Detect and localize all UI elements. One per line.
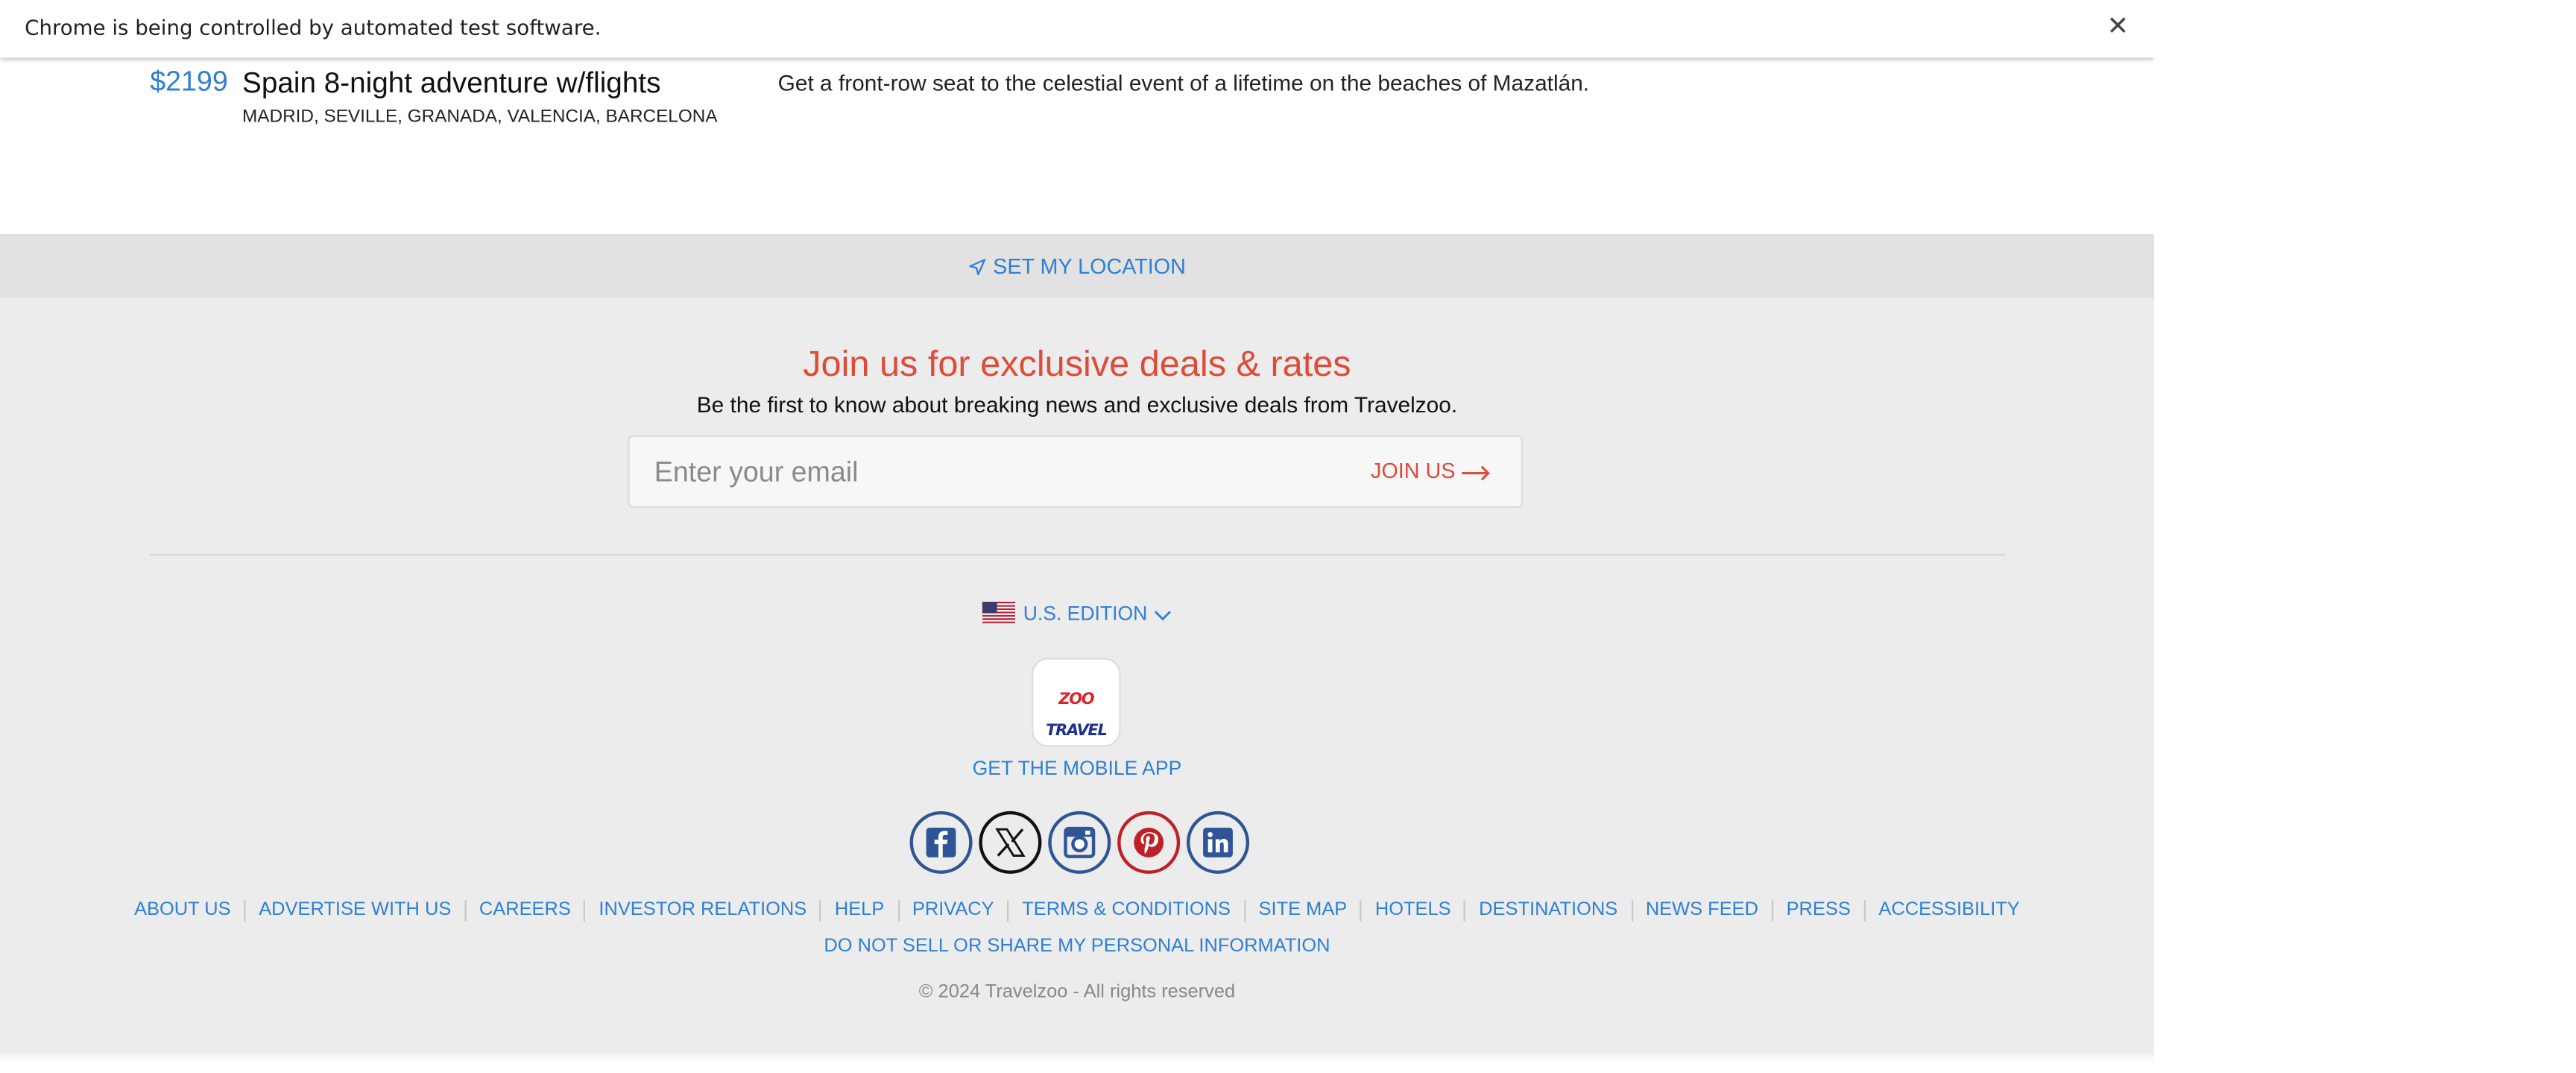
us-flag-icon bbox=[982, 602, 1015, 623]
newsletter-form: JOIN US bbox=[628, 435, 1524, 509]
edition-label: U.S. EDITION bbox=[1023, 602, 1148, 626]
facebook-icon[interactable] bbox=[909, 811, 973, 874]
email-input[interactable] bbox=[651, 450, 1350, 497]
footer-link-hotels[interactable]: HOTELS bbox=[1360, 900, 1464, 922]
deal-blurb: Get a front-row seat to the celestial ev… bbox=[777, 71, 1590, 96]
travelzoo-app-logo[interactable]: TRAVEL ZOO bbox=[1032, 658, 1121, 747]
instagram-icon[interactable] bbox=[1048, 811, 1111, 874]
automation-infobar: Chrome is being controlled by automated … bbox=[0, 0, 2154, 58]
pinterest-icon[interactable] bbox=[1117, 811, 1181, 874]
x-icon[interactable] bbox=[979, 811, 1042, 874]
footer: Join us for exclusive deals & rates Be t… bbox=[0, 298, 2154, 1052]
infobar-message: Chrome is being controlled by automated … bbox=[25, 14, 602, 40]
app-logo-text: TRAVEL ZOO bbox=[1046, 690, 1108, 740]
footer-link-privacy[interactable]: PRIVACY bbox=[897, 900, 1007, 922]
footer-link-press[interactable]: PRESS bbox=[1771, 900, 1864, 922]
location-bar: SET MY LOCATION bbox=[0, 233, 2154, 299]
chevron-down-icon bbox=[1155, 611, 1172, 621]
copyright-text: © 2024 Travelzoo - All rights reserved bbox=[918, 982, 1236, 1003]
footer-link-terms[interactable]: TERMS & CONDITIONS bbox=[1007, 900, 1243, 922]
footer-link-site-map[interactable]: SITE MAP bbox=[1243, 900, 1360, 922]
set-location-button[interactable]: SET MY LOCATION bbox=[0, 254, 2154, 279]
linkedin-icon[interactable] bbox=[1186, 811, 1250, 874]
infobar-close-icon[interactable]: ✕ bbox=[2100, 10, 2136, 46]
footer-link-destinations[interactable]: DESTINATIONS bbox=[1464, 900, 1631, 922]
footer-links: ABOUT US ADVERTISE WITH US CAREERS INVESTOR… bbox=[0, 900, 2154, 922]
footer-link-news-feed[interactable]: NEWS FEED bbox=[1630, 900, 1772, 922]
footer-link-about-us[interactable]: ABOUT US bbox=[121, 900, 244, 922]
deal-title[interactable]: Spain 8-night adventure w/flights bbox=[242, 66, 660, 100]
deal-row[interactable]: $2199 Spain 8-night adventure w/flights … bbox=[0, 57, 2154, 234]
newsletter-subtitle: Be the first to know about breaking news… bbox=[696, 392, 1458, 418]
edition-selector[interactable]: U.S. EDITION bbox=[0, 602, 2154, 625]
footer-link-help[interactable]: HELP bbox=[819, 900, 897, 922]
footer-link-advertise[interactable]: ADVERTISE WITH US bbox=[244, 900, 464, 922]
page-viewport: Chrome is being controlled by automated … bbox=[0, 0, 2154, 1073]
get-mobile-app-link[interactable]: GET THE MOBILE APP bbox=[0, 757, 2154, 780]
navigation-arrow-icon bbox=[970, 259, 987, 276]
footer-link-careers[interactable]: CAREERS bbox=[464, 900, 584, 922]
deal-cities: MADRID, SEVILLE, GRANADA, VALENCIA, BARC… bbox=[242, 107, 718, 128]
join-us-button[interactable]: JOIN US bbox=[1371, 459, 1491, 483]
deal-price: $2199 bbox=[150, 66, 228, 98]
join-us-label: JOIN US bbox=[1370, 458, 1456, 483]
do-not-sell-link[interactable]: DO NOT SELL OR SHARE MY PERSONAL INFORMA… bbox=[0, 937, 2154, 957]
arrow-right-icon bbox=[1462, 465, 1490, 481]
footer-link-investor-relations[interactable]: INVESTOR RELATIONS bbox=[584, 900, 820, 922]
footer-link-accessibility[interactable]: ACCESSIBILITY bbox=[1863, 900, 2033, 922]
browser-stage: Chrome is being controlled by automated … bbox=[0, 0, 2576, 1073]
footer-divider bbox=[150, 553, 2006, 556]
set-location-label: SET MY LOCATION bbox=[993, 254, 1186, 279]
newsletter-title: Join us for exclusive deals & rates bbox=[803, 342, 1351, 385]
